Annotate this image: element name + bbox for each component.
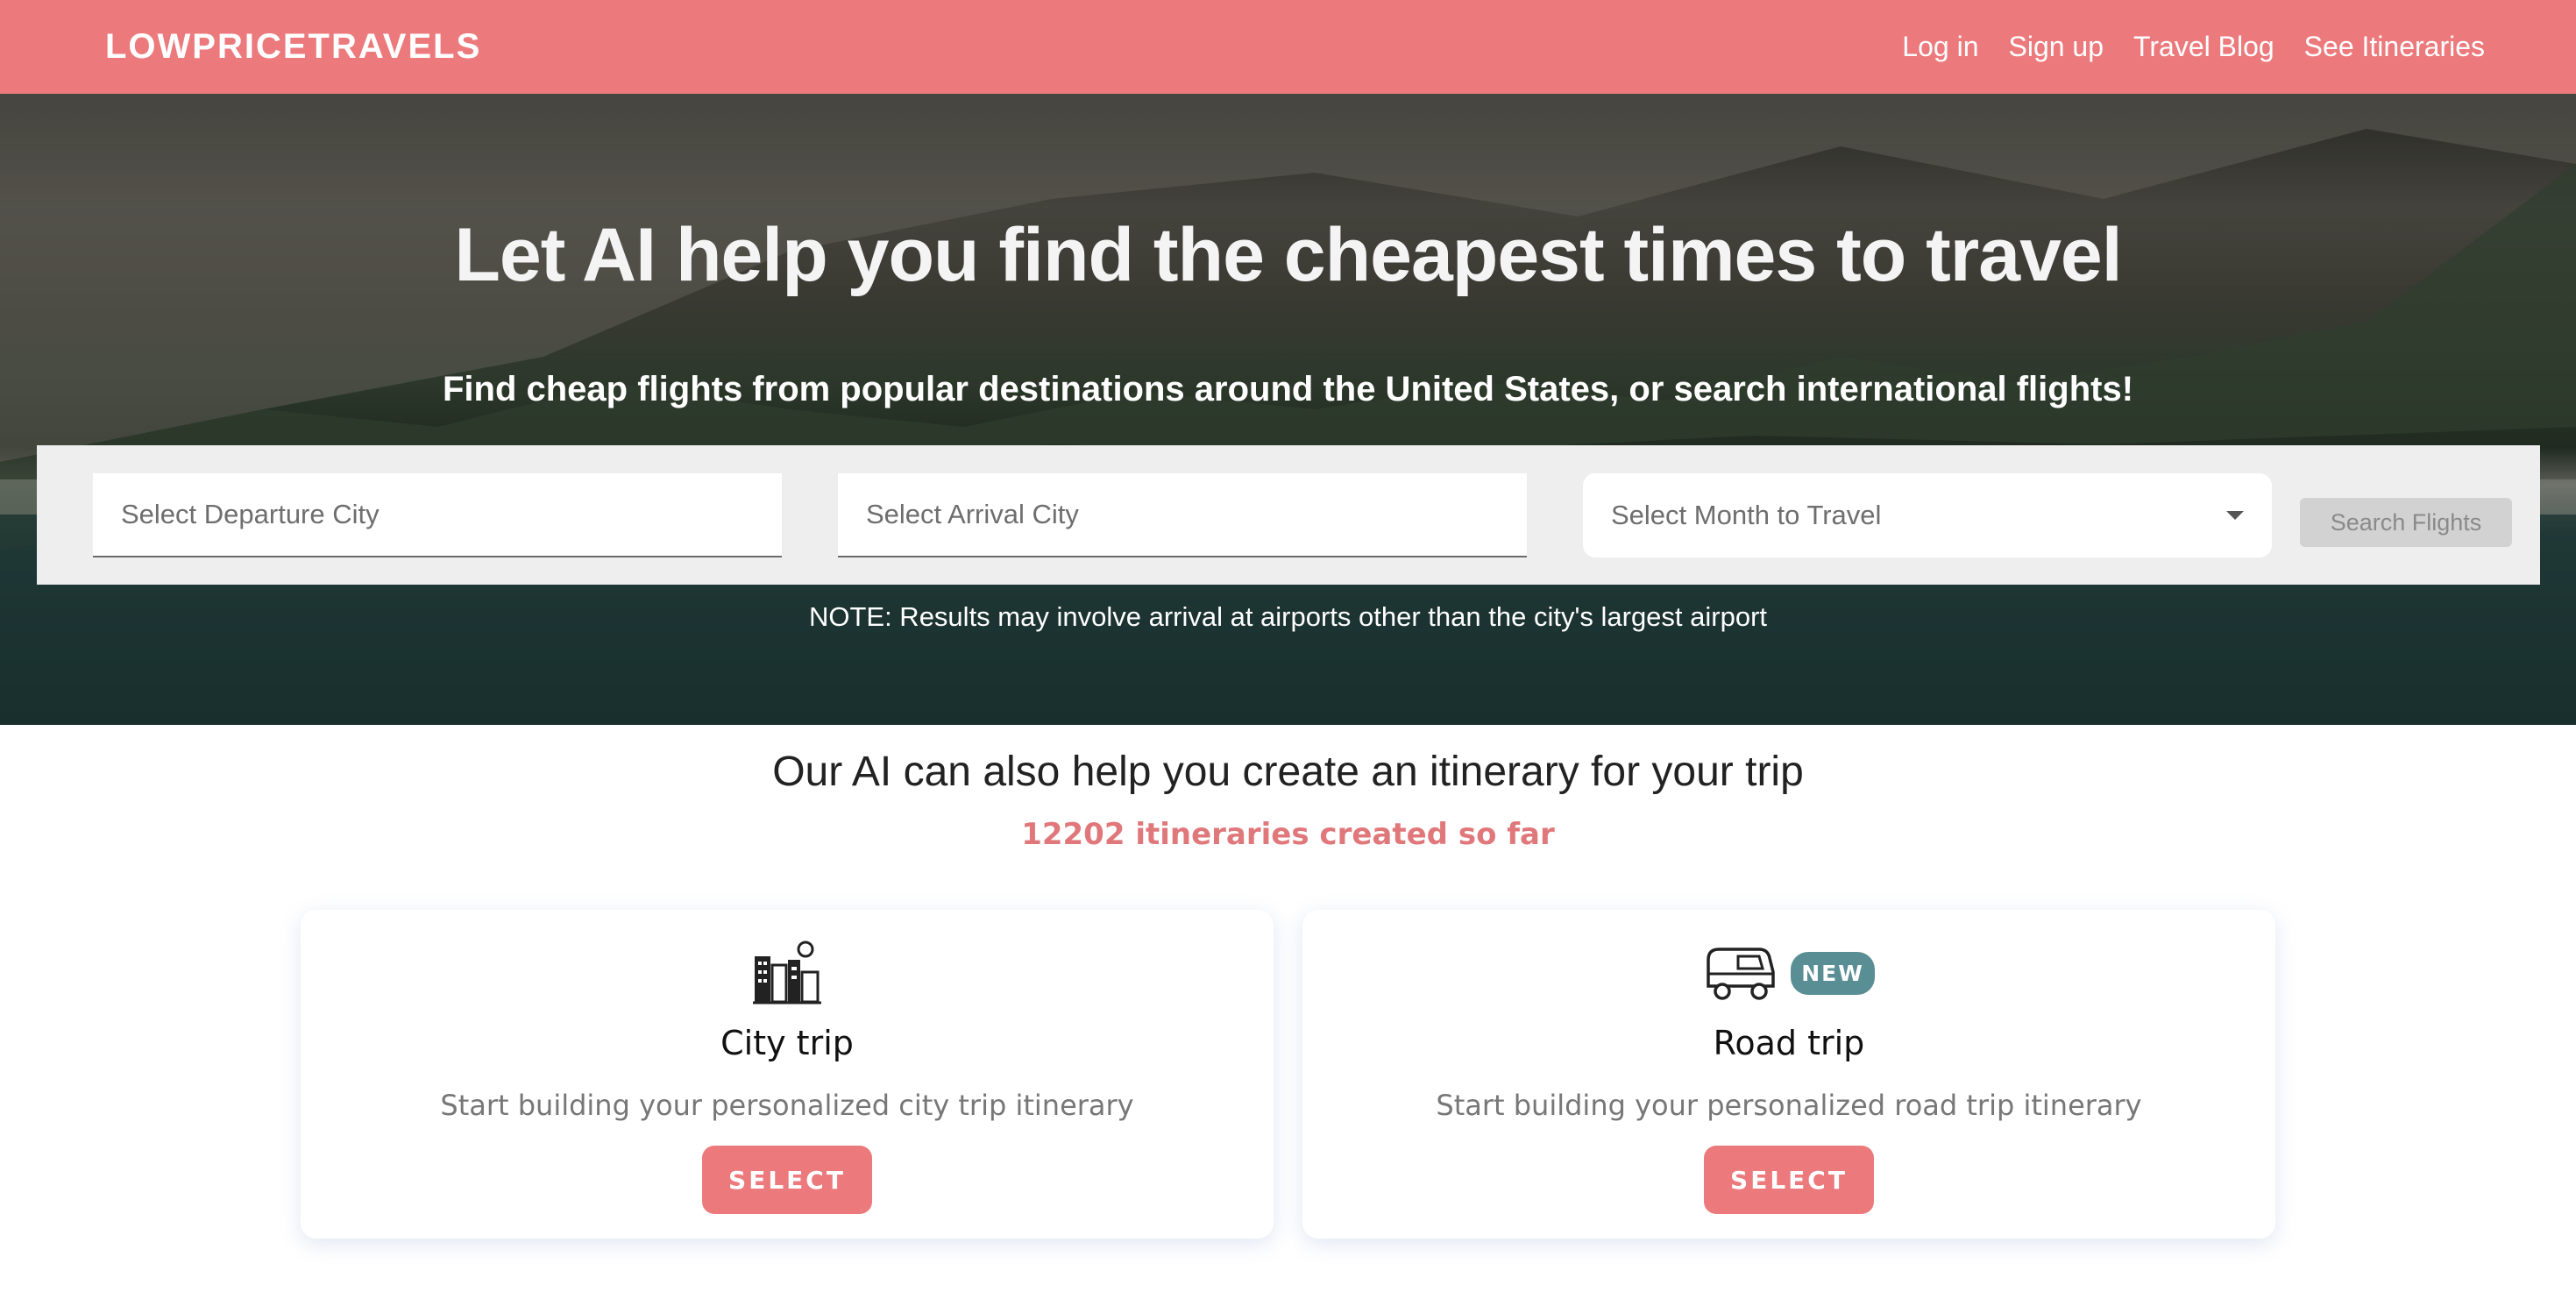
departure-city-field[interactable] <box>93 473 782 557</box>
travel-month-value: Select Month to Travel <box>1611 500 1882 530</box>
airport-note: NOTE: Results may involve arrival at air… <box>808 601 1768 632</box>
road-trip-card[interactable]: NEW Road trip Start building your person… <box>1302 910 2275 1239</box>
top-navbar: LOWPRICETRAVELS Log in Sign up Travel Bl… <box>0 0 2576 94</box>
arrival-city-input[interactable] <box>866 499 1499 530</box>
van-icon <box>1707 948 1775 1000</box>
road-trip-title: Road trip <box>1713 1024 1865 1062</box>
hero-title: Let AI help you find the cheapest times … <box>454 213 2122 297</box>
search-flights-button[interactable]: Search Flights <box>2300 498 2512 547</box>
city-trip-description: Start building your personalized city tr… <box>440 1089 1134 1122</box>
road-trip-description: Start building your personalized road tr… <box>1436 1089 2142 1122</box>
itinerary-count: 12202 itineraries created so far <box>1021 817 1555 852</box>
nav-signup-link[interactable]: Sign up <box>2008 31 2104 63</box>
hero-subtitle: Find cheap flights from popular destinat… <box>442 370 2134 408</box>
flight-search-bar: Select Month to Travel Search Flights <box>37 445 2540 585</box>
itinerary-heading: Our AI can also help you create an itine… <box>772 749 1804 795</box>
nav-travel-blog-link[interactable]: Travel Blog <box>2133 31 2274 63</box>
new-badge: NEW <box>1791 951 1875 995</box>
brand-logo[interactable]: LOWPRICETRAVELS <box>105 27 481 67</box>
departure-city-input[interactable] <box>121 499 754 530</box>
road-trip-icon-row: NEW <box>1302 938 2275 1008</box>
nav-login-link[interactable]: Log in <box>1902 31 1978 63</box>
city-trip-card[interactable]: City trip Start building your personaliz… <box>301 910 1274 1239</box>
hero-section: Let AI help you find the cheapest times … <box>0 94 2576 725</box>
city-trip-title: City trip <box>720 1024 854 1062</box>
city-trip-icon-row <box>301 938 1274 1008</box>
city-trip-select-button[interactable]: SELECT <box>702 1146 872 1214</box>
road-trip-select-button[interactable]: SELECT <box>1704 1146 1874 1214</box>
nav-see-itineraries-link[interactable]: See Itineraries <box>2304 31 2485 63</box>
nav-links: Log in Sign up Travel Blog See Itinerari… <box>1902 31 2485 63</box>
city-icon <box>753 941 821 1004</box>
chevron-down-icon <box>2226 511 2244 520</box>
travel-month-select[interactable]: Select Month to Travel <box>1583 473 2272 557</box>
arrival-city-field[interactable] <box>838 473 1527 557</box>
